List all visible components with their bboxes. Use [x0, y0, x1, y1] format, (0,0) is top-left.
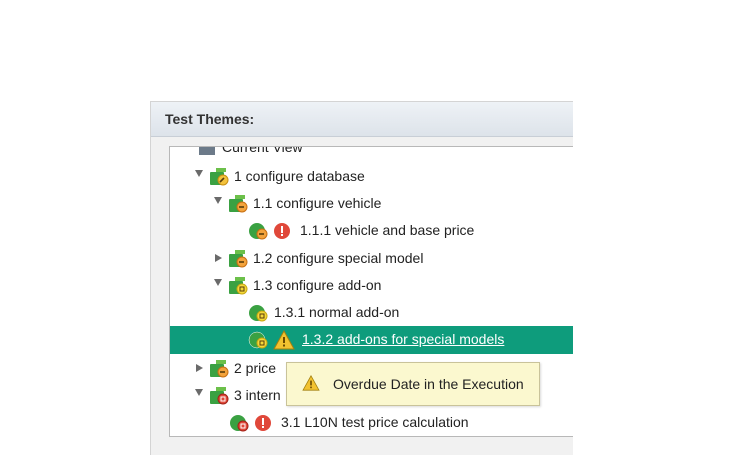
- tree-row-add-ons-for-special-models[interactable]: 1.3.2 add-ons for special models: [170, 326, 573, 354]
- expand-arrow-icon[interactable]: [195, 389, 203, 396]
- tree-label: Current View: [222, 146, 303, 155]
- tree-label: 1.3.2 add-ons for special models: [302, 331, 505, 347]
- theme-folder-hand-icon: [229, 195, 248, 213]
- tree-row-configure-vehicle[interactable]: 1.1 configure vehicle: [170, 190, 573, 216]
- tree-row-normal-add-on[interactable]: 1.3.1 normal add-on: [170, 299, 573, 325]
- tree-label: 2 price: [234, 360, 277, 376]
- tree-row-vehicle-and-base-price[interactable]: 1.1.1 vehicle and base price: [170, 217, 573, 243]
- theme-folder-key-icon: [210, 168, 229, 186]
- theme-folder-red-icon: [210, 387, 229, 405]
- tree-label: 1.2 configure special model: [253, 250, 424, 266]
- theme-folder-hand-icon: [229, 250, 248, 268]
- tree-row-current-view[interactable]: Current View: [170, 146, 573, 157]
- status-tooltip: Overdue Date in the Execution: [286, 362, 540, 406]
- tree-label: 1.3.1 normal add-on: [274, 304, 400, 320]
- tree-label: 3.1 L10N test price calculation: [281, 414, 469, 430]
- tree-row-configure-special-model[interactable]: 1.2 configure special model: [170, 245, 573, 271]
- theme-folder-calendar-icon: [229, 277, 248, 295]
- warning-icon: [273, 330, 295, 350]
- tree-row-configure-database[interactable]: 1 configure database: [170, 163, 573, 189]
- expand-arrow-icon[interactable]: [214, 279, 222, 286]
- test-case-calendar-icon: [248, 331, 268, 349]
- test-case-calendar-icon: [249, 305, 268, 322]
- collapse-arrow-icon[interactable]: [215, 254, 222, 262]
- tree-label: 1.1.1 vehicle and base price: [300, 222, 475, 238]
- expand-arrow-icon[interactable]: [214, 197, 222, 204]
- tooltip-text: Overdue Date in the Execution: [333, 376, 524, 392]
- error-icon: [255, 415, 271, 431]
- tree-row-configure-add-on[interactable]: 1.3 configure add-on: [170, 272, 573, 298]
- tree-label: 1 configure database: [234, 168, 365, 184]
- tree-label: 3 intern: [234, 387, 281, 403]
- warning-icon: [302, 375, 320, 391]
- test-case-red-icon: [230, 415, 249, 432]
- expand-arrow-icon[interactable]: [195, 170, 203, 177]
- panel-title: Test Themes:: [165, 111, 255, 127]
- tree-row-l10n-test-price-calculation[interactable]: 3.1 L10N test price calculation: [170, 409, 573, 435]
- view-icon: [199, 147, 215, 155]
- theme-folder-hand-icon: [210, 360, 229, 378]
- collapse-arrow-icon[interactable]: [196, 364, 203, 372]
- tree-label: 1.3 configure add-on: [253, 277, 382, 293]
- panel-header: Test Themes:: [151, 102, 573, 137]
- error-icon: [274, 223, 290, 239]
- test-case-hand-icon: [249, 223, 268, 240]
- tree-label: 1.1 configure vehicle: [253, 195, 382, 211]
